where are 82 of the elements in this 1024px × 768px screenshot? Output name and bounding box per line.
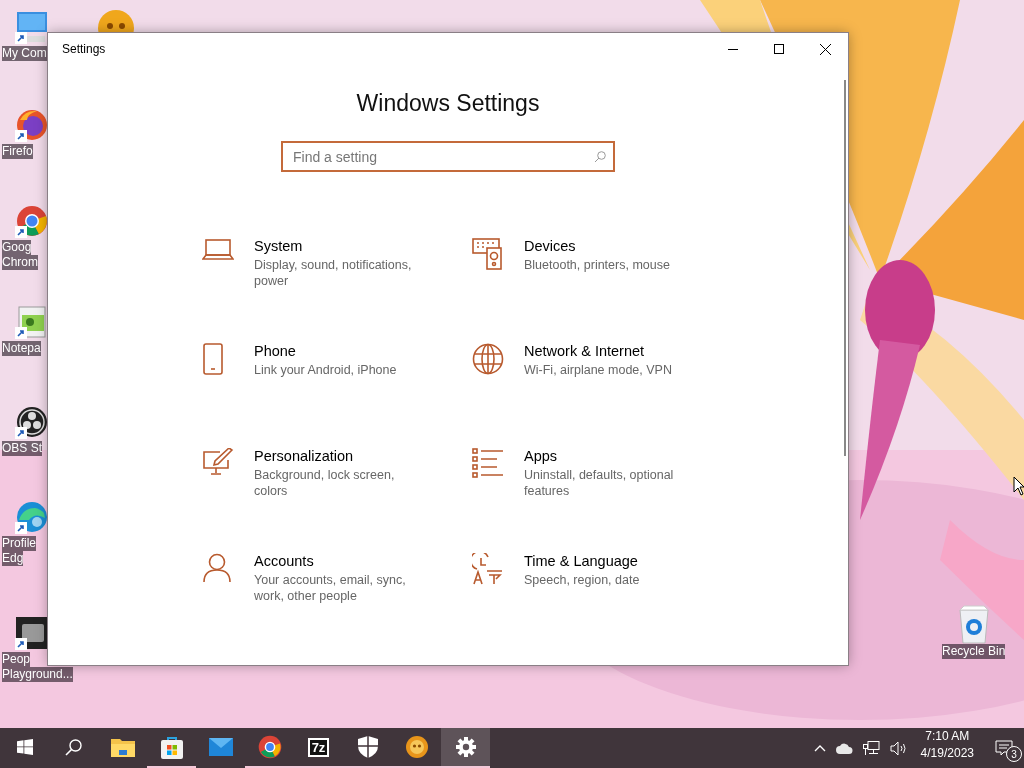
settings-icon bbox=[455, 737, 476, 757]
icon-label: Notepa bbox=[2, 341, 41, 356]
category-description: Your accounts, email, sync, work, other people bbox=[254, 572, 407, 604]
category-description: Uninstall, defaults, optional features bbox=[524, 467, 675, 499]
category-name: Network & Internet bbox=[524, 342, 646, 361]
clock[interactable]: 7:10 AM 4/19/2023 bbox=[914, 728, 984, 768]
window-title: Settings bbox=[61, 42, 107, 56]
settings-category[interactable]: Phone Link your Android, iPhone bbox=[200, 341, 470, 416]
mouse-cursor-icon bbox=[1013, 476, 1024, 496]
icon-label: OBS St bbox=[2, 441, 42, 456]
search-field[interactable]: Find a setting bbox=[281, 141, 615, 172]
skull-app-icon bbox=[405, 736, 428, 758]
chevron-up-icon[interactable] bbox=[813, 744, 826, 752]
category-name: System bbox=[254, 237, 304, 256]
minimize-icon bbox=[728, 48, 738, 50]
laptop-icon bbox=[202, 238, 234, 262]
category-name: Accounts bbox=[254, 552, 315, 571]
paintbrush-monitor-icon bbox=[202, 448, 234, 476]
shield-icon bbox=[357, 736, 378, 758]
icon-label: Firefo bbox=[2, 144, 33, 159]
maximize-icon bbox=[774, 44, 784, 54]
icon-label: Recycle Bin bbox=[942, 644, 1006, 659]
windows-logo-icon bbox=[16, 739, 33, 755]
taskbar-button[interactable]: 7z bbox=[294, 728, 343, 768]
shortcut-icon bbox=[15, 638, 27, 650]
page-heading: Windows Settings bbox=[356, 90, 540, 117]
category-description: Background, lock screen, colors bbox=[254, 467, 396, 499]
shortcut-icon bbox=[15, 327, 27, 339]
shortcut-icon bbox=[15, 32, 27, 44]
search-icon bbox=[594, 151, 606, 163]
settings-category[interactable]: Personalization Background, lock screen, colors bbox=[200, 446, 470, 521]
message-icon bbox=[995, 740, 1013, 756]
category-name: Phone bbox=[254, 342, 297, 361]
icon-label: Goog bbox=[2, 240, 32, 255]
icon-label: Chrom bbox=[2, 255, 38, 270]
shortcut-icon bbox=[15, 130, 27, 142]
time-text: 7:10 AM bbox=[925, 728, 970, 745]
speaker-icon[interactable] bbox=[889, 740, 907, 756]
close-icon bbox=[819, 43, 831, 55]
settings-category[interactable]: Apps Uninstall, defaults, optional features bbox=[470, 446, 740, 521]
settings-category[interactable]: Accounts Your accounts, email, sync, work, other people bbox=[200, 551, 470, 626]
taskbar-button[interactable] bbox=[441, 728, 490, 768]
cloud-icon[interactable] bbox=[835, 742, 853, 754]
folder-icon bbox=[110, 737, 135, 757]
category-description: Bluetooth, printers, mouse bbox=[524, 257, 671, 273]
category-description: Display, sound, notifications, power bbox=[254, 257, 413, 289]
date-text: 4/19/2023 bbox=[920, 745, 974, 762]
category-name: Time & Language bbox=[524, 552, 639, 571]
chrome-icon bbox=[257, 735, 282, 759]
phone-icon bbox=[202, 343, 224, 375]
scrollbar[interactable] bbox=[844, 80, 846, 456]
settings-category[interactable]: System Display, sound, notifications, power bbox=[200, 236, 470, 311]
icon-label: My Com bbox=[2, 46, 47, 61]
settings-category[interactable]: Network & Internet Wi-Fi, airplane mode, VPN bbox=[470, 341, 740, 416]
search-icon bbox=[65, 738, 82, 756]
envelope-icon bbox=[208, 738, 233, 756]
icon-label: Edg bbox=[2, 551, 24, 566]
category-name: Devices bbox=[524, 237, 577, 256]
clock-letters-icon bbox=[472, 553, 504, 585]
keyboard-speaker-icon bbox=[472, 238, 504, 270]
list-icon bbox=[472, 448, 504, 478]
computer-icon bbox=[15, 10, 49, 44]
shortcut-icon bbox=[15, 522, 27, 534]
category-description: Link your Android, iPhone bbox=[254, 362, 398, 378]
notification-count: 3 bbox=[1006, 746, 1022, 762]
shopping-bag-icon bbox=[159, 735, 184, 759]
icon-label: Peop bbox=[2, 652, 31, 667]
shortcut-icon bbox=[15, 226, 27, 238]
globe-icon bbox=[472, 343, 504, 375]
category-description: Speech, region, date bbox=[524, 572, 641, 588]
shortcut-icon bbox=[15, 427, 27, 439]
category-name: Personalization bbox=[254, 447, 355, 466]
notepad-icon bbox=[15, 305, 49, 339]
person-icon bbox=[202, 553, 232, 583]
icon-label: Playground... bbox=[2, 667, 73, 682]
network-icon[interactable] bbox=[862, 740, 880, 756]
category-name: Apps bbox=[524, 447, 559, 466]
settings-category[interactable]: Devices Bluetooth, printers, mouse bbox=[470, 236, 740, 311]
icon-label: Profile bbox=[2, 536, 36, 551]
settings-category[interactable]: Time & Language Speech, region, date bbox=[470, 551, 740, 626]
notification-button[interactable]: 3 bbox=[984, 728, 1024, 768]
category-description: Wi-Fi, airplane mode, VPN bbox=[524, 362, 673, 378]
